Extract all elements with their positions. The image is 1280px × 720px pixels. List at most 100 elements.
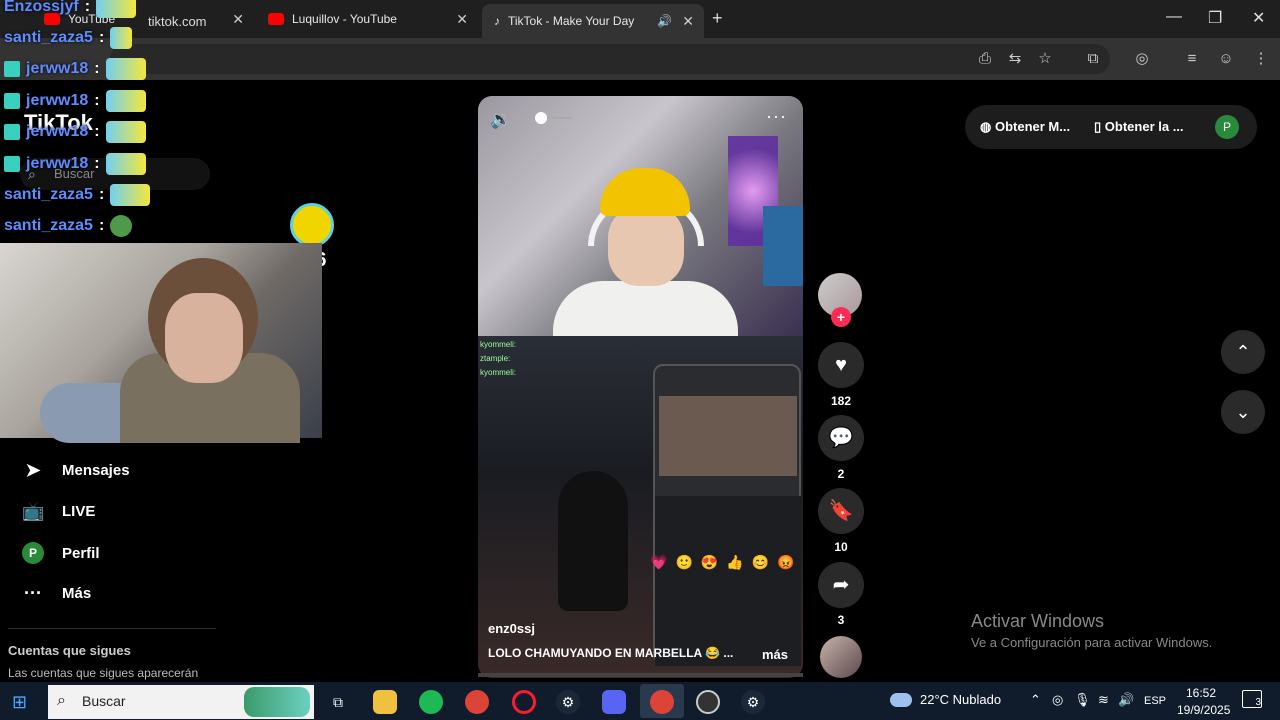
close-window-button[interactable]: ✕: [1252, 8, 1265, 28]
opera-gx-icon[interactable]: [512, 690, 536, 714]
next-video-button[interactable]: ⌄: [1221, 390, 1265, 434]
steam-icon[interactable]: ⚙: [556, 690, 580, 714]
search-icon: ⌕: [57, 692, 66, 709]
volume-icon[interactable]: 🔉: [490, 110, 511, 130]
profile-avatar-icon[interactable]: ☺: [1217, 50, 1235, 68]
chat-message: jerww18:: [4, 153, 146, 175]
video-options-icon[interactable]: ···: [766, 106, 787, 127]
camera-icon[interactable]: ◎: [1052, 692, 1063, 708]
new-tab-button[interactable]: +: [712, 8, 723, 29]
share-arrow-icon: ➦: [832, 574, 850, 596]
extensions-icon[interactable]: ⧉: [1084, 50, 1102, 68]
nav-live[interactable]: 📺 LIVE: [22, 501, 95, 522]
spotify-icon[interactable]: [419, 690, 443, 714]
volume-slider[interactable]: [524, 117, 572, 119]
save-count: 10: [834, 540, 848, 554]
close-tab-icon[interactable]: ✕: [682, 13, 694, 30]
chrome-icon[interactable]: [465, 690, 489, 714]
media-controls-icon[interactable]: ≡: [1183, 50, 1201, 68]
install-app-icon[interactable]: ⎙: [976, 50, 994, 68]
weather-text: 22°C Nublado: [920, 692, 1002, 707]
notification-center-icon[interactable]: 3: [1242, 690, 1262, 708]
nav-label: Mensajes: [62, 462, 130, 479]
comment-button[interactable]: 💬: [818, 415, 864, 461]
tab-title: Luquillov - YouTube: [292, 12, 397, 26]
send-icon: ➤: [25, 460, 41, 480]
nav-more[interactable]: ··· Más: [22, 583, 91, 604]
cloud-icon: [890, 692, 912, 707]
coin-icon: ◍: [980, 119, 992, 134]
url-text[interactable]: tiktok.com: [148, 14, 207, 29]
share-button[interactable]: ➦: [818, 562, 864, 608]
clock-date[interactable]: 19/9/2025: [1177, 703, 1230, 717]
phone-icon: ▯: [1094, 119, 1102, 134]
file-explorer-icon[interactable]: [373, 690, 397, 714]
close-tab-icon[interactable]: ✕: [232, 11, 244, 28]
browser-menu-icon[interactable]: ⋮: [1252, 50, 1270, 68]
minimize-button[interactable]: —: [1166, 8, 1182, 26]
follow-plus-icon[interactable]: +: [831, 307, 851, 327]
get-coins-button[interactable]: ◍ Obtener M...: [980, 119, 1070, 135]
weather-widget[interactable]: 22°C Nublado: [890, 692, 1001, 707]
task-view-icon[interactable]: ⧉: [326, 690, 350, 714]
speaker-icon[interactable]: 🔊: [1118, 692, 1134, 708]
chat-user: santi_zaza5: [4, 186, 93, 203]
steam-icon[interactable]: ⚙: [741, 690, 765, 714]
chrome-active-icon[interactable]: [650, 690, 674, 714]
profile-avatar[interactable]: P: [1215, 115, 1239, 139]
maximize-button[interactable]: ❐: [1208, 8, 1222, 28]
tab-tiktok[interactable]: ♪ TikTok - Make Your Day 🔊 ✕: [482, 4, 704, 38]
caption-more-link[interactable]: más: [762, 647, 788, 662]
coin-icon: [290, 203, 334, 247]
tab-luquillov[interactable]: Luquillov - YouTube ✕: [256, 0, 478, 38]
obs-icon[interactable]: [696, 690, 720, 714]
frog-emote-icon: [110, 215, 133, 237]
video-caption: LOLO CHAMUYANDO EN MARBELLA 😂 ...: [488, 646, 734, 660]
audio-playing-icon[interactable]: 🔊: [657, 14, 672, 28]
taskbar-search-label: Buscar: [82, 693, 126, 709]
clock-time[interactable]: 16:52: [1186, 686, 1216, 700]
music-disc[interactable]: [820, 636, 862, 678]
bookmark-star-icon[interactable]: ☆: [1036, 50, 1054, 68]
close-tab-icon[interactable]: ✕: [456, 11, 468, 28]
chat-user: jerww18: [26, 123, 89, 140]
video-progress-bar[interactable]: [478, 673, 803, 677]
following-title: Cuentas que sigues: [8, 643, 131, 658]
wifi-icon[interactable]: ≋: [1098, 692, 1109, 708]
video-player[interactable]: kyommeli: ztample: kyommeli: 💗 🙂 😍 👍 😊 😡: [478, 96, 803, 678]
google-lens-icon[interactable]: ◎: [1133, 50, 1151, 68]
translate-icon[interactable]: ⇆: [1006, 50, 1024, 68]
discord-icon[interactable]: [602, 690, 626, 714]
comment-icon: 💬: [828, 427, 854, 449]
nav-label: LIVE: [62, 503, 96, 520]
chevron-up-icon: ⌃: [1235, 342, 1251, 362]
chat-message: jerww18:: [4, 90, 146, 112]
tab-title: TikTok - Make Your Day: [508, 14, 635, 28]
chat-message: santi_zaza5:: [4, 27, 133, 49]
following-subtitle: Las cuentas que sigues aparecerán: [8, 666, 199, 680]
nav-profile[interactable]: P Perfil: [22, 542, 100, 564]
nav-messages[interactable]: ➤ Mensajes: [22, 460, 130, 481]
chat-user: santi_zaza5: [4, 217, 93, 234]
taskbar-search[interactable]: ⌕ Buscar: [48, 685, 314, 719]
microphone-icon[interactable]: 🎙: [1074, 692, 1091, 708]
windows-start-icon[interactable]: ⊞: [12, 692, 27, 713]
volume-slider-knob[interactable]: [535, 112, 547, 124]
like-button[interactable]: ♥: [818, 342, 864, 388]
video-author[interactable]: enz0ssj: [488, 621, 535, 636]
omnibox[interactable]: [110, 44, 1110, 74]
share-count: 3: [837, 613, 845, 627]
comment-count: 2: [837, 467, 845, 481]
like-count: 182: [830, 394, 852, 408]
emote-icon: [110, 184, 151, 206]
language-indicator[interactable]: ESP: [1144, 695, 1166, 707]
chevron-down-icon: ⌄: [1235, 402, 1251, 422]
chat-user: jerww18: [26, 92, 89, 109]
streamer-webcam: [0, 243, 322, 443]
get-app-button[interactable]: ▯ Obtener la ...: [1094, 119, 1184, 135]
save-button[interactable]: 🔖: [818, 488, 864, 534]
chevron-up-icon[interactable]: ⌃: [1030, 692, 1041, 708]
badge-icon: [4, 124, 20, 140]
previous-video-button[interactable]: ⌃: [1221, 330, 1265, 374]
emote-icon: [105, 153, 146, 175]
